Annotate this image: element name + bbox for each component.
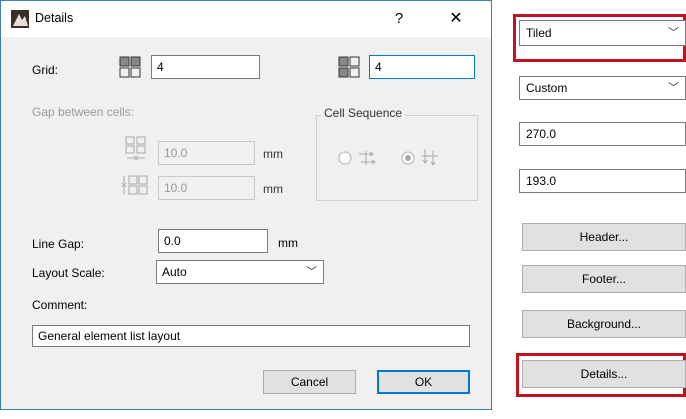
gap-horizontal-unit: mm: [263, 147, 283, 161]
line-gap-label: Line Gap:: [32, 237, 85, 251]
sequence-horizontal-radio[interactable]: [338, 151, 352, 168]
close-icon[interactable]: ✕: [438, 1, 474, 37]
grid-rows-input[interactable]: 4: [369, 55, 475, 79]
gap-vertical-input[interactable]: 10.0: [158, 176, 255, 200]
grid-columns-icon: [119, 56, 141, 78]
title-bar: Details ? ✕: [1, 1, 491, 37]
width-field[interactable]: 270.0: [519, 122, 686, 146]
comment-input[interactable]: General element list layout: [32, 325, 470, 347]
chevron-down-icon: ﹀: [306, 266, 317, 278]
layout-scale-select[interactable]: Auto ﹀: [156, 260, 324, 284]
grid-rows-icon: [338, 56, 360, 78]
gap-horizontal-input[interactable]: 10.0: [158, 141, 255, 165]
size-select-value: Custom: [526, 81, 568, 95]
gap-vertical-unit: mm: [263, 182, 283, 196]
size-select[interactable]: Custom ﹀: [519, 76, 686, 100]
help-icon[interactable]: ?: [389, 1, 409, 37]
right-panel: Tiled ﹀ Custom ﹀ 270.0 193.0 Header... F…: [492, 0, 686, 419]
gap-horizontal-icon: [124, 136, 148, 162]
background-button[interactable]: Background...: [522, 310, 686, 338]
chevron-down-icon: ﹀: [668, 82, 679, 94]
sequence-vertical-radio[interactable]: [401, 151, 415, 168]
details-dialog: Details ? ✕ Grid: 4 4 Gap between cells:: [0, 0, 492, 410]
dialog-title: Details: [35, 11, 74, 25]
line-gap-unit: mm: [278, 236, 298, 250]
sequence-horizontal-icon: [358, 150, 376, 169]
line-gap-input[interactable]: 0.0: [158, 229, 268, 253]
details-button[interactable]: Details...: [522, 360, 686, 388]
gap-label: Gap between cells:: [32, 105, 135, 119]
cancel-button[interactable]: Cancel: [263, 370, 356, 394]
comment-label: Comment:: [32, 298, 88, 312]
mode-select-value: Tiled: [526, 26, 552, 40]
footer-button[interactable]: Footer...: [522, 265, 686, 293]
layout-scale-label: Layout Scale:: [32, 266, 105, 280]
layout-scale-value: Auto: [162, 265, 187, 279]
cell-sequence-label: Cell Sequence: [321, 106, 406, 120]
chevron-down-icon: ﹀: [668, 27, 679, 39]
app-logo-icon: [11, 10, 29, 31]
gap-vertical-icon: [120, 174, 148, 196]
header-button[interactable]: Header...: [522, 223, 686, 251]
grid-label: Grid:: [32, 63, 59, 77]
mode-select[interactable]: Tiled ﹀: [519, 20, 686, 46]
height-field[interactable]: 193.0: [519, 169, 686, 193]
ok-button[interactable]: OK: [377, 370, 470, 394]
grid-columns-input[interactable]: 4: [151, 55, 260, 79]
sequence-vertical-icon: [421, 148, 439, 169]
